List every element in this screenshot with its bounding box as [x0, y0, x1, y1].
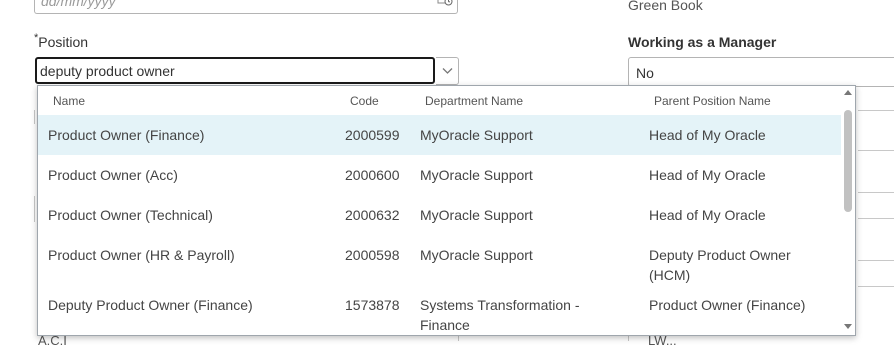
date-input[interactable]: dd/mm/yyyy [34, 0, 458, 14]
background-field-border [858, 218, 894, 219]
background-field-border [34, 196, 35, 222]
green-book-label: Green Book [628, 0, 703, 13]
popup-scrollbar[interactable] [841, 86, 855, 335]
position-results-popup: Name Code Department Name Parent Positio… [37, 85, 856, 336]
background-field-border [34, 110, 35, 124]
column-header-name[interactable]: Name [53, 94, 85, 108]
row-code: 1573878 [345, 297, 400, 313]
row-name: Product Owner (Acc) [48, 167, 178, 183]
row-department: MyOracle Support [420, 247, 533, 263]
row-department: MyOracle Support [420, 167, 533, 183]
position-dropdown-button[interactable] [436, 57, 459, 85]
position-label-text: Position [38, 34, 89, 50]
position-label: *Position [34, 32, 89, 50]
row-department: MyOracle Support [420, 127, 533, 143]
row-parent: Deputy Product Owner (HCM) [649, 247, 791, 283]
background-field-border [858, 260, 894, 261]
working-as-manager-select[interactable]: No [628, 57, 894, 87]
column-header-parent[interactable]: Parent Position Name [654, 94, 771, 108]
column-header-code[interactable]: Code [350, 94, 379, 108]
row-department: MyOracle Support [420, 207, 533, 223]
row-department: Systems Transformation - Finance [420, 297, 580, 333]
background-field-border [458, 336, 459, 341]
background-field-border [858, 150, 894, 151]
row-code: 2000600 [345, 167, 400, 183]
row-name: Product Owner (HR & Payroll) [48, 247, 235, 263]
result-row[interactable]: Product Owner (HR & Payroll) 2000598 MyO… [38, 235, 843, 285]
row-code: 2000599 [345, 127, 400, 143]
scroll-up-arrow-icon[interactable] [844, 90, 852, 95]
row-parent: Product Owner (Finance) [649, 297, 806, 313]
row-parent: Head of My Oracle [649, 207, 766, 223]
row-name: Product Owner (Finance) [48, 127, 205, 143]
required-marker: * [34, 32, 39, 44]
column-header-department[interactable]: Department Name [425, 94, 523, 108]
background-field-border [628, 336, 629, 341]
scroll-down-arrow-icon[interactable] [844, 324, 852, 329]
background-field-border [858, 110, 894, 111]
row-parent: Head of My Oracle [649, 127, 766, 143]
background-field-border [858, 192, 894, 193]
working-as-manager-label: Working as a Manager [628, 34, 777, 50]
popup-header: Name Code Department Name Parent Positio… [38, 86, 843, 114]
date-placeholder: dd/mm/yyyy [41, 0, 116, 9]
result-row[interactable]: Deputy Product Owner (Finance) 1573878 S… [38, 285, 843, 335]
calendar-icon[interactable] [437, 0, 453, 6]
row-name: Product Owner (Technical) [48, 207, 213, 223]
scrollbar-thumb[interactable] [844, 110, 852, 212]
row-code: 2000598 [345, 247, 400, 263]
row-parent: Head of My Oracle [649, 167, 766, 183]
background-field-border [858, 286, 894, 287]
result-row[interactable]: Product Owner (Finance) 2000599 MyOracle… [38, 115, 843, 155]
chevron-down-icon [442, 68, 453, 74]
working-as-manager-value: No [636, 65, 654, 81]
position-input[interactable] [35, 57, 435, 84]
row-code: 2000632 [345, 207, 400, 223]
result-row[interactable]: Product Owner (Acc) 2000600 MyOracle Sup… [38, 155, 843, 195]
row-name: Deputy Product Owner (Finance) [48, 297, 253, 313]
result-row[interactable]: Product Owner (Technical) 2000632 MyOrac… [38, 195, 843, 235]
